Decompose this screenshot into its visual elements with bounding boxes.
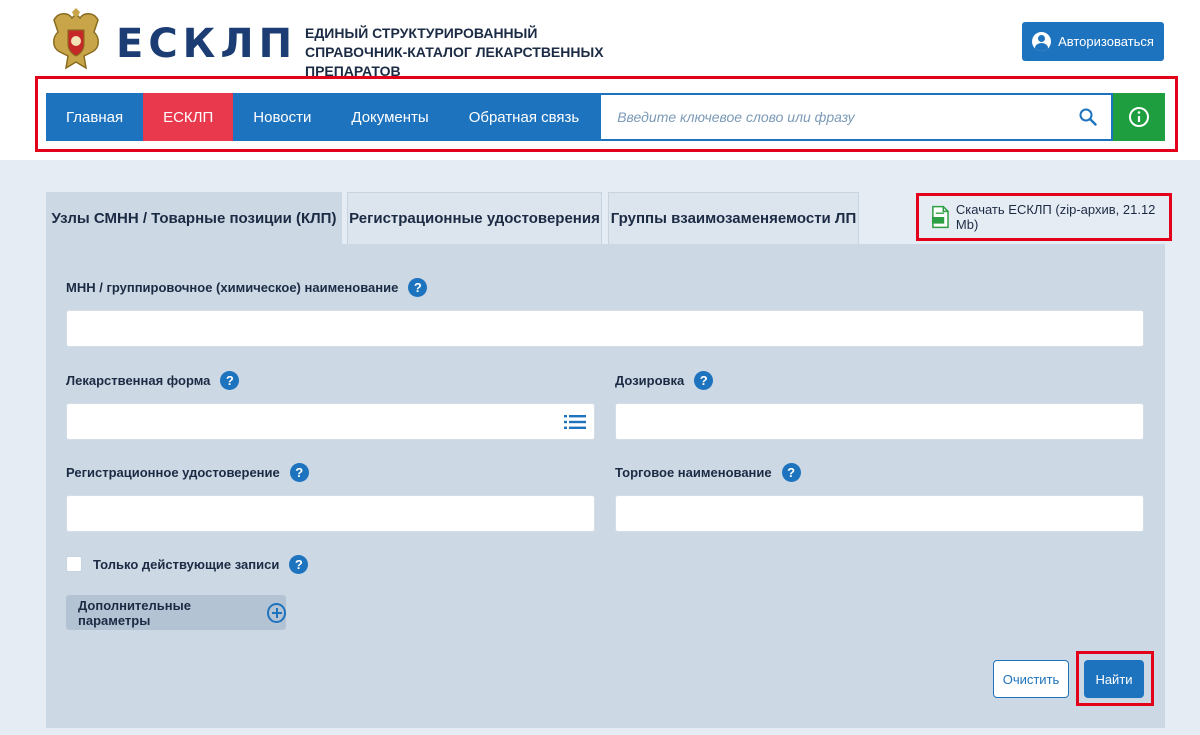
info-button[interactable] bbox=[1113, 93, 1165, 141]
tab-interchangeability-groups[interactable]: Группы взаимозаменяемости ЛП bbox=[608, 192, 859, 244]
nav-item-home[interactable]: Главная bbox=[46, 93, 144, 141]
dosage-form-field-label: Лекарственная форма ? bbox=[66, 371, 240, 390]
main-area: Узлы СМНН / Товарные позиции (КЛП) Регис… bbox=[0, 160, 1200, 735]
find-button-label: Найти bbox=[1095, 671, 1133, 687]
trade-name-input[interactable] bbox=[616, 496, 1143, 531]
find-button[interactable]: Найти bbox=[1084, 660, 1144, 698]
nav-item-label: ЕСКЛП bbox=[163, 108, 214, 126]
active-only-field-label: Только действующие записи ? bbox=[93, 555, 309, 574]
help-icon[interactable]: ? bbox=[289, 555, 309, 574]
nav-item-label: Главная bbox=[66, 108, 124, 126]
dosage-form-input-box bbox=[66, 403, 595, 440]
active-only-checkbox[interactable] bbox=[66, 556, 82, 572]
site-tagline: Единый структурированный справочник-ката… bbox=[305, 25, 604, 79]
search-icon bbox=[1079, 108, 1097, 126]
search-box bbox=[599, 93, 1113, 141]
trade-name-label-text: Торговое наименование bbox=[615, 465, 772, 480]
download-label: Скачать ЕСКЛП (zip-архив, 21.12 Mb) bbox=[955, 202, 1156, 232]
help-icon[interactable]: ? bbox=[289, 463, 309, 482]
login-button[interactable]: Авторизоваться bbox=[1022, 22, 1164, 61]
nav-item-label: Новости bbox=[253, 108, 312, 126]
dosage-form-label-text: Лекарственная форма bbox=[66, 373, 211, 388]
tab-label: Группы взаимозаменяемости ЛП bbox=[610, 210, 857, 227]
nav-item-news[interactable]: Новости bbox=[233, 93, 332, 141]
dosage-input[interactable] bbox=[616, 404, 1143, 439]
extra-params-button[interactable]: Дополнительные параметры bbox=[66, 595, 286, 630]
nav-item-label: Документы bbox=[351, 108, 429, 126]
reg-cert-input[interactable] bbox=[67, 496, 594, 531]
info-icon bbox=[1129, 107, 1149, 127]
site-header: ЕСКЛП Единый структурированный справочни… bbox=[0, 0, 1200, 160]
reg-cert-field-label: Регистрационное удостоверение ? bbox=[66, 463, 309, 482]
nav-item-label: Обратная связь bbox=[468, 108, 580, 126]
download-esklp-link[interactable]: Скачать ЕСКЛП (zip-архив, 21.12 Mb) bbox=[916, 193, 1172, 241]
search-button[interactable] bbox=[1065, 95, 1111, 139]
plus-circle-icon bbox=[266, 602, 286, 623]
mnn-label-text: МНН / группировочное (химическое) наимен… bbox=[66, 280, 399, 295]
tab-smnn-klp[interactable]: Узлы СМНН / Товарные позиции (КЛП) bbox=[46, 192, 342, 244]
trade-name-input-box bbox=[615, 495, 1144, 532]
tab-label: Регистрационные удостоверения bbox=[349, 210, 600, 227]
nav-item-esklp[interactable]: ЕСКЛП bbox=[143, 93, 234, 141]
clear-button-label: Очистить bbox=[1002, 671, 1060, 687]
help-icon[interactable]: ? bbox=[694, 371, 714, 390]
tab-label: Узлы СМНН / Товарные позиции (КЛП) bbox=[51, 210, 337, 227]
list-select-icon[interactable] bbox=[564, 415, 586, 429]
zip-file-icon bbox=[931, 205, 949, 229]
active-only-label-text[interactable]: Только действующие записи bbox=[93, 557, 279, 572]
mnn-input-box bbox=[66, 310, 1144, 347]
brand-logo-text[interactable]: ЕСКЛП bbox=[116, 20, 297, 68]
mnn-input[interactable] bbox=[67, 311, 1143, 346]
nav-item-documents[interactable]: Документы bbox=[331, 93, 449, 141]
reg-cert-label-text: Регистрационное удостоверение bbox=[66, 465, 280, 480]
trade-name-field-label: Торговое наименование ? bbox=[615, 463, 801, 482]
dosage-label-text: Дозировка bbox=[615, 373, 685, 388]
login-button-label: Авторизоваться bbox=[1058, 34, 1154, 49]
coat-of-arms-logo bbox=[53, 8, 99, 70]
main-nav: Главная ЕСКЛП Новости Документы Обратная… bbox=[46, 93, 1165, 141]
nav-item-feedback[interactable]: Обратная связь bbox=[448, 93, 600, 141]
dosage-field-label: Дозировка ? bbox=[615, 371, 714, 390]
mnn-field-label: МНН / группировочное (химическое) наимен… bbox=[66, 278, 428, 297]
help-icon[interactable]: ? bbox=[220, 371, 240, 390]
reg-cert-input-box bbox=[66, 495, 595, 532]
search-input[interactable] bbox=[601, 95, 1065, 139]
tab-registration-certificates[interactable]: Регистрационные удостоверения bbox=[347, 192, 602, 244]
extra-params-label: Дополнительные параметры bbox=[78, 597, 191, 628]
user-icon bbox=[1032, 32, 1052, 51]
help-icon[interactable]: ? bbox=[781, 463, 801, 482]
dosage-input-box bbox=[615, 403, 1144, 440]
clear-button[interactable]: Очистить bbox=[993, 660, 1069, 698]
help-icon[interactable]: ? bbox=[408, 278, 428, 297]
dosage-form-input[interactable] bbox=[67, 404, 594, 439]
